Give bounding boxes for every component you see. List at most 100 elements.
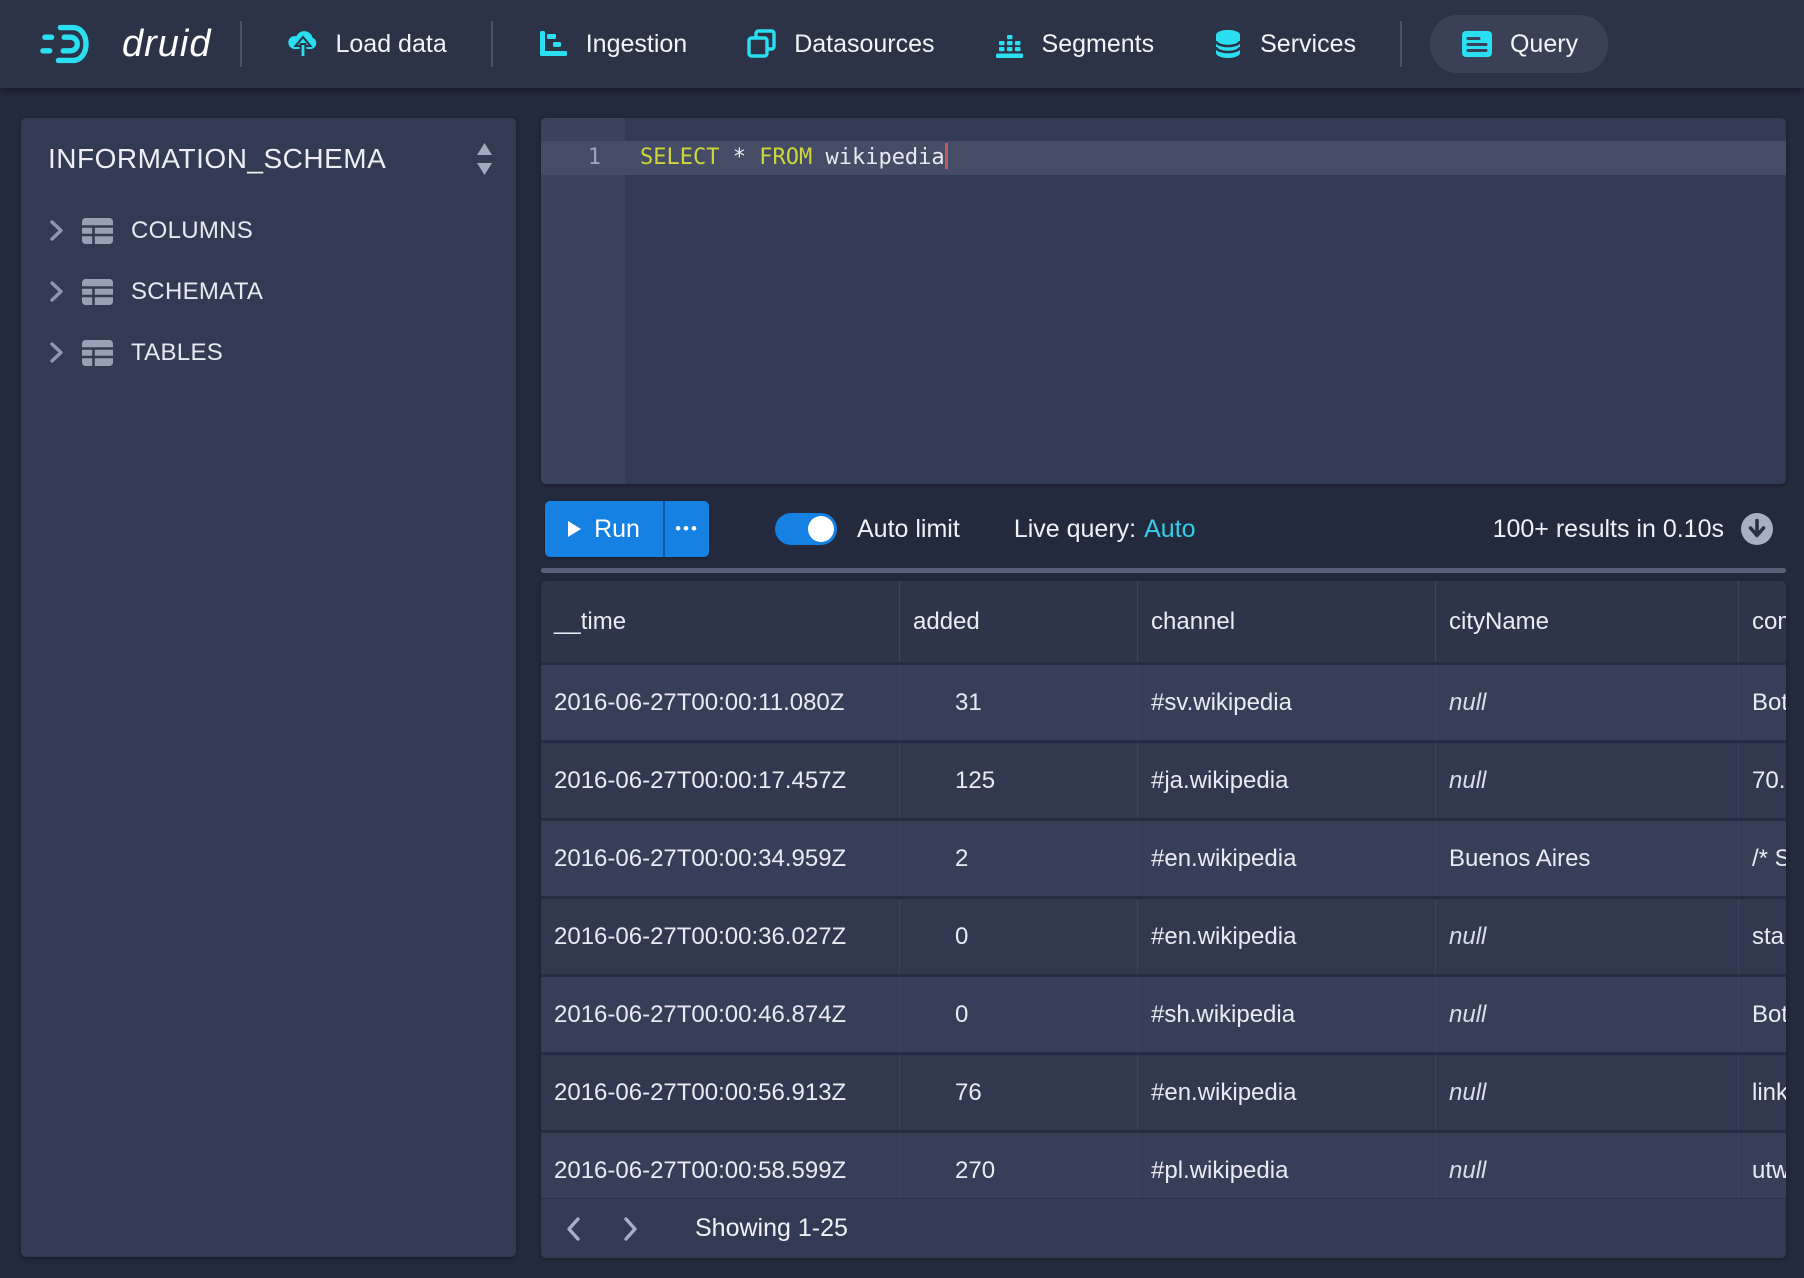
cell-channel[interactable]: #ja.wikipedia [1138,743,1436,818]
cell-cityname[interactable]: null [1436,1055,1739,1130]
cell-channel[interactable]: #sv.wikipedia [1138,665,1436,740]
live-query-label: Live query: [1014,515,1136,543]
nav-item-segments[interactable]: Segments [977,16,1171,72]
cell-channel[interactable]: #en.wikipedia [1138,899,1436,974]
sidebar-header: INFORMATION_SCHEMA [21,118,516,200]
cell-comment[interactable]: utw [1739,1133,1786,1199]
table-row: 2016-06-27T00:00:34.959Z2#en.wikipediaBu… [541,821,1786,899]
run-label: Run [594,515,640,544]
cell-channel[interactable]: #en.wikipedia [1138,821,1436,896]
schema-tree: COLUMNS SCHEMATA TABLES [21,200,516,383]
cell-channel[interactable]: #pl.wikipedia [1138,1133,1436,1199]
navbar-divider [1400,21,1402,67]
table-row: 2016-06-27T00:00:36.027Z0#en.wikipedianu… [541,899,1786,977]
play-icon [568,521,581,537]
sidebar-item-schemata[interactable]: SCHEMATA [21,261,516,322]
cell-channel[interactable]: #sh.wikipedia [1138,977,1436,1052]
cell-added[interactable]: 125 [900,743,1138,818]
cell-cityname[interactable]: null [1436,1133,1739,1199]
brand-wordmark: druid [122,23,212,66]
cell--time[interactable]: 2016-06-27T00:00:34.959Z [541,821,900,896]
nav-item-label: Query [1510,30,1578,59]
sidebar-item-columns[interactable]: COLUMNS [21,200,516,261]
cell-added[interactable]: 270 [900,1133,1138,1199]
cell--time[interactable]: 2016-06-27T00:00:58.599Z [541,1133,900,1199]
results-panel: __timeaddedchannelcityNamecomment 2016-0… [541,581,1786,1258]
nav-item-ingestion[interactable]: Ingestion [521,16,703,72]
auto-limit-label: Auto limit [857,515,960,544]
chevron-right-icon [49,341,64,364]
prev-page-button[interactable] [559,1210,588,1248]
table-icon [81,339,114,367]
druid-logo-icon [40,20,102,68]
nav-item-load-data[interactable]: Load data [270,16,463,72]
chevron-right-icon [49,280,64,303]
column-header-added[interactable]: added [900,581,1138,662]
run-button[interactable]: Run [545,501,663,557]
pagination-bar: Showing 1-25 [541,1199,1786,1258]
cell--time[interactable]: 2016-06-27T00:00:11.080Z [541,665,900,740]
panel-resize-handle[interactable] [541,568,1786,573]
table-row: 2016-06-27T00:00:17.457Z125#ja.wikipedia… [541,743,1786,821]
druid-brand[interactable]: druid [40,20,212,68]
cell-cityname[interactable]: null [1436,743,1739,818]
download-icon[interactable] [1740,512,1774,546]
column-header-comment[interactable]: comment [1739,581,1786,662]
cell-comment[interactable]: link [1739,1055,1786,1130]
navbar-divider [240,21,242,67]
column-header-channel[interactable]: channel [1138,581,1436,662]
auto-limit-toggle[interactable] [775,513,837,545]
tree-item-label: SCHEMATA [131,278,263,306]
live-query: Live query: Auto [1014,515,1196,544]
run-more-button[interactable]: ••• [663,501,709,557]
column-header-cityname[interactable]: cityName [1436,581,1739,662]
stacked-squares-icon [745,28,778,60]
cell-added[interactable]: 31 [900,665,1138,740]
nav-item-datasources[interactable]: Datasources [729,16,950,72]
cell-channel[interactable]: #en.wikipedia [1138,1055,1436,1130]
table-icon [81,217,114,245]
cell--time[interactable]: 2016-06-27T00:00:36.027Z [541,899,900,974]
nav-item-label: Load data [336,30,447,59]
double-caret-vertical-icon[interactable] [473,139,496,179]
nav-group-mid: Ingestion Datasources Segments Services [521,16,1372,72]
showing-range: Showing 1-25 [695,1214,848,1243]
cell-comment[interactable]: Bot [1739,665,1786,740]
cell-cityname[interactable]: Buenos Aires [1436,821,1739,896]
schema-sidebar: INFORMATION_SCHEMA COLUMNS SCHEMATA TABLES [21,118,516,1257]
column-header--time[interactable]: __time [541,581,900,662]
line-number: 1 [541,141,625,175]
cloud-upload-icon [286,28,320,60]
cell-cityname[interactable]: null [1436,977,1739,1052]
nav-item-label: Segments [1042,30,1155,59]
cell-added[interactable]: 2 [900,821,1138,896]
results-summary: 100+ results in 0.10s [1493,515,1724,544]
sql-editor[interactable]: 1 SELECT * FROM wikipedia [541,118,1786,484]
cell-added[interactable]: 0 [900,899,1138,974]
cell-added[interactable]: 76 [900,1055,1138,1130]
sidebar-item-tables[interactable]: TABLES [21,322,516,383]
sql-token-plain: * [719,145,759,170]
table-row: 2016-06-27T00:00:56.913Z76#en.wikipedian… [541,1055,1786,1133]
more-icon: ••• [675,519,699,538]
sql-code-line[interactable]: SELECT * FROM wikipedia [640,141,948,175]
next-page-button[interactable] [616,1210,645,1248]
cell-added[interactable]: 0 [900,977,1138,1052]
cell-comment[interactable]: Bot [1739,977,1786,1052]
table-row: 2016-06-27T00:00:11.080Z31#sv.wikipedian… [541,665,1786,743]
live-query-value[interactable]: Auto [1144,515,1195,543]
cell--time[interactable]: 2016-06-27T00:00:46.874Z [541,977,900,1052]
sql-token-keyword: FROM [759,145,812,170]
cell-comment[interactable]: sta [1739,899,1786,974]
cell--time[interactable]: 2016-06-27T00:00:17.457Z [541,743,900,818]
nav-item-query[interactable]: Query [1430,15,1608,73]
cell-cityname[interactable]: null [1436,899,1739,974]
cell-comment[interactable]: 70. [1739,743,1786,818]
nav-item-services[interactable]: Services [1196,16,1372,72]
cell--time[interactable]: 2016-06-27T00:00:56.913Z [541,1055,900,1130]
tree-item-label: TABLES [131,339,223,367]
cell-cityname[interactable]: null [1436,665,1739,740]
top-navbar: druid Load data Ingestion Datasources Segm… [0,0,1804,88]
cell-comment[interactable]: /* S [1739,821,1786,896]
results-table: __timeaddedchannelcityNamecomment 2016-0… [541,581,1786,1199]
